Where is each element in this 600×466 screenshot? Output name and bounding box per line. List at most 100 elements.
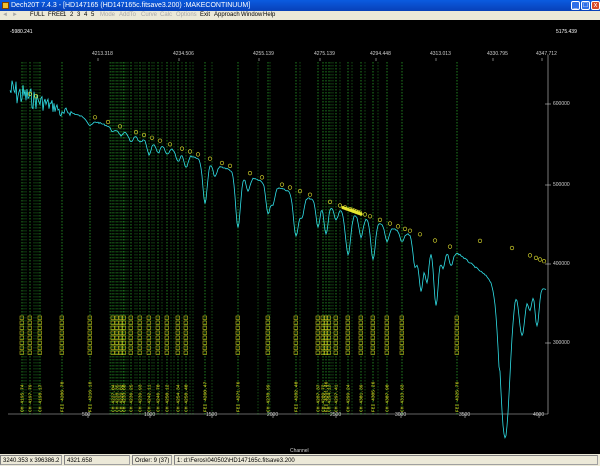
x-tick-label: 3000 <box>395 412 407 418</box>
menu-bar: ◄ ► FULL FREE 1 2 3 4 5 Mode AddTo Curve Calc Optio… <box>0 11 600 20</box>
wavelength-tick-label: 4275.139 <box>314 51 335 57</box>
line-id-label: CH 4197.79 <box>28 384 34 412</box>
menu-item-mode[interactable]: Mode <box>100 11 115 20</box>
minimize-button[interactable]: _ <box>571 1 580 10</box>
continuum-point <box>417 232 423 237</box>
continuum-point <box>541 259 547 264</box>
continuum-point <box>227 163 233 168</box>
line-id-label: CH 4299.24 <box>346 384 352 412</box>
menu-item-exit[interactable]: Exit <box>200 11 210 20</box>
continuum-point <box>537 257 543 262</box>
line-id-label: CH 4239.93 <box>138 384 144 412</box>
menu-item-full[interactable]: FULL <box>30 11 45 20</box>
line-id-label: CH 4313.63 <box>400 384 406 412</box>
menu-item-window[interactable]: Window <box>241 11 262 20</box>
spectrum-canvas[interactable]: OH 4195.74 CH 4197.79 CH 4198.17 FEI 4206.7… <box>0 20 600 454</box>
menu-item-3[interactable]: 3 <box>77 11 80 20</box>
plot-left-value: -5980.241 <box>10 29 33 35</box>
continuum-point <box>247 171 253 176</box>
maximize-button[interactable]: □ <box>581 1 590 10</box>
y-tick-label: 300000 <box>553 340 570 346</box>
continuum-point <box>477 238 483 243</box>
wavelength-tick-label: 4234.506 <box>173 51 194 57</box>
menu-item-help[interactable]: Help <box>263 11 275 20</box>
line-id-label: CH 4278.99 <box>266 384 272 412</box>
continuum-point <box>359 212 363 216</box>
menu-item-options[interactable]: Options <box>176 11 197 20</box>
status-order: Order: 9 (37) <box>132 455 172 465</box>
line-id-label: FEI 4216.18 <box>88 381 94 412</box>
x-tick-label: 1000 <box>144 412 156 418</box>
line-id-label: CH 4233.60 <box>122 384 128 412</box>
x-tick-label: 2000 <box>267 412 279 418</box>
continuum-point <box>402 226 408 231</box>
status-cursor-position: 3240.353 x 396386.2 <box>0 455 62 465</box>
line-id-label: CH 4297.41 <box>334 384 340 412</box>
line-id-label: FEI 4206.70 <box>60 381 66 412</box>
menu-item-4[interactable]: 4 <box>84 11 87 20</box>
window-title: Dech20T 7.4.3 - [HD147165 (HD147165c.fit… <box>11 2 251 9</box>
continuum-point <box>307 192 313 197</box>
continuum-point <box>527 253 533 258</box>
line-id-label: FEI 4282.40 <box>294 381 300 412</box>
menu-item-approach[interactable]: Approach <box>214 11 240 20</box>
menu-item-free[interactable]: FREE <box>48 11 64 20</box>
line-id-label: CH 4294.13 <box>327 384 333 412</box>
line-id-label: CH 4242.11 <box>147 384 153 412</box>
x-tick-label: 4000 <box>533 412 545 418</box>
continuum-point <box>447 244 453 249</box>
line-id-label: CH 4246.70 <box>156 384 162 412</box>
continuum-point <box>157 138 163 143</box>
app-icon[interactable] <box>2 2 9 9</box>
continuum-point <box>279 182 285 187</box>
continuum-point <box>327 199 333 204</box>
window-titlebar[interactable]: Dech20T 7.4.3 - [HD147165 (HD147165c.fit… <box>0 0 600 11</box>
y-tick-label: 500000 <box>553 182 570 188</box>
menu-item-addto[interactable]: AddTo <box>119 11 136 20</box>
continuum-point <box>259 175 265 180</box>
menu-item-1[interactable]: 1 <box>63 11 66 20</box>
continuum-point <box>219 160 225 166</box>
x-tick-label: 1500 <box>206 412 218 418</box>
continuum-point <box>432 238 438 243</box>
menu-item-calc[interactable]: Calc <box>160 11 172 20</box>
continuum-point <box>367 214 373 219</box>
back-arrow-icon[interactable]: ◄ <box>2 11 8 20</box>
continuum-point <box>287 185 293 190</box>
plot-right-value: 5175.439 <box>556 29 577 35</box>
menu-item-2[interactable]: 2 <box>70 11 73 20</box>
line-id-label: CH 4258.40 <box>184 384 190 412</box>
status-wavelength: 4321.658 <box>64 455 130 465</box>
line-id-label: FEI 4305.26 <box>371 381 377 412</box>
continuum-point <box>195 152 201 157</box>
wavelength-tick-label: 4330.795 <box>487 51 508 57</box>
continuum-point <box>92 115 98 120</box>
continuum-point <box>207 156 213 161</box>
status-file: 1: d:\Feros\040502\HD147165c.fitsave3.20… <box>174 455 598 465</box>
continuum-point <box>105 119 111 125</box>
status-bar: 3240.353 x 396386.2 4321.658 Order: 9 (3… <box>0 454 600 466</box>
line-id-label: FEI 4325.76 <box>455 381 461 412</box>
menu-item-5[interactable]: 5 <box>91 11 94 20</box>
line-id-label: CH 4250.12 <box>165 384 171 412</box>
continuum-point <box>509 245 515 251</box>
forward-arrow-icon[interactable]: ► <box>12 11 18 20</box>
wavelength-tick-label: 4255.139 <box>253 51 274 57</box>
continuum-point <box>533 255 539 260</box>
spectrum-plot[interactable]: OH 4195.74 CH 4197.79 CH 4198.17 FEI 4206.7… <box>0 20 600 454</box>
line-id-label: CH 4198.17 <box>38 384 44 412</box>
y-tick-label: 400000 <box>553 261 570 267</box>
continuum-point <box>141 132 147 138</box>
continuum-point <box>167 142 173 147</box>
continuum-point <box>387 221 393 226</box>
wavelength-tick-label: 4294.448 <box>370 51 391 57</box>
line-id-label: CH 4254.34 <box>176 384 182 412</box>
x-tick-label: 3500 <box>459 412 471 418</box>
menu-item-curve[interactable]: Curve <box>141 11 157 20</box>
continuum-point <box>407 228 413 233</box>
close-button[interactable]: x <box>591 1 600 10</box>
line-id-label: CH 4307.90 <box>385 384 391 412</box>
line-id-label: FEI 4260.47 <box>203 381 209 412</box>
x-tick-label: 500 <box>82 412 91 418</box>
line-id-label: CH 4236.25 <box>129 384 135 412</box>
